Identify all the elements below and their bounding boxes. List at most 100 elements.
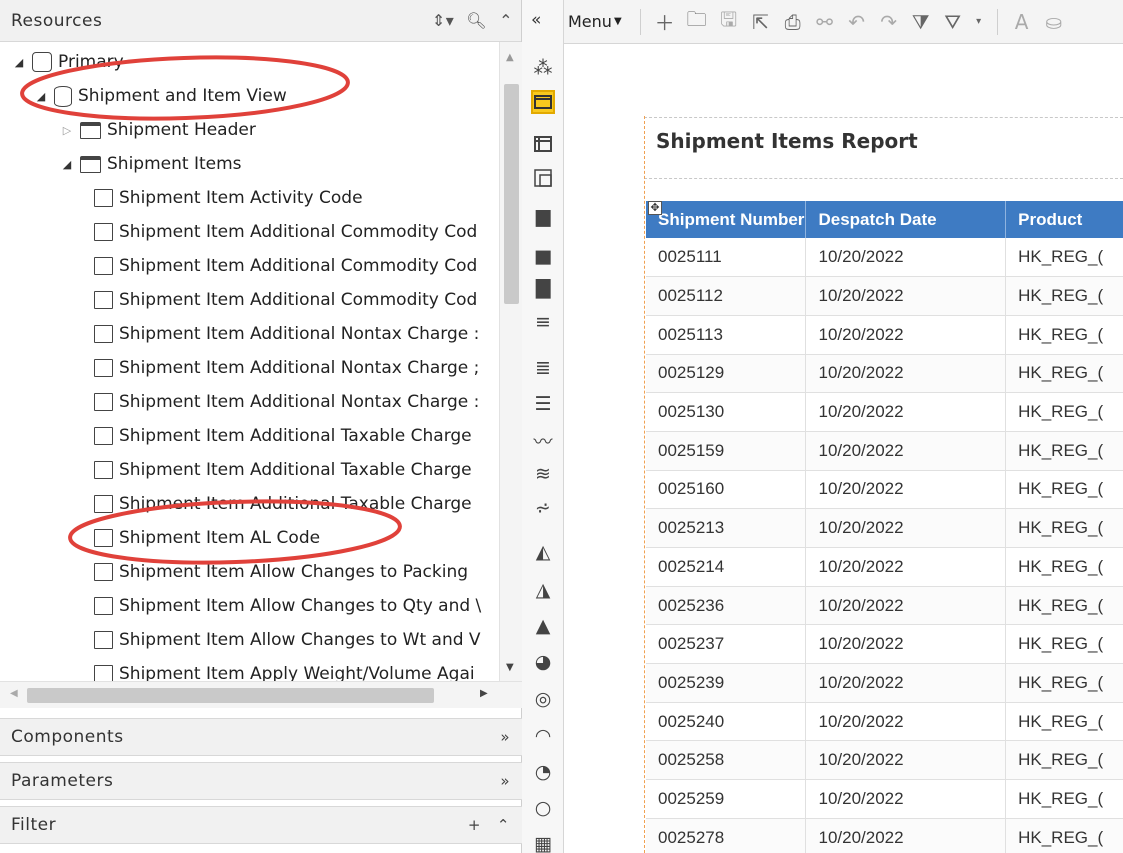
collapse-up-icon[interactable]: ⌃: [499, 11, 513, 30]
parameters-section[interactable]: Parameters »: [0, 762, 522, 800]
undo-icon[interactable]: ↶: [847, 10, 867, 34]
area-chart-icon[interactable]: ◭: [531, 540, 555, 564]
table-row[interactable]: 0025112 10/20/2022 HK_REG_(: [646, 276, 1123, 316]
table-row[interactable]: 0025213 10/20/2022 HK_REG_(: [646, 508, 1123, 548]
table-row[interactable]: 0025111 10/20/2022 HK_REG_(: [646, 238, 1123, 278]
expand-toggle-icon[interactable]: ◢: [34, 90, 48, 103]
tree-node[interactable]: Shipment Item Additional Nontax Charge ;: [88, 351, 479, 385]
menu-button[interactable]: Menu ▼: [568, 12, 622, 31]
table-row[interactable]: 0025159 10/20/2022 HK_REG_(: [646, 431, 1123, 471]
collapse-panel-icon[interactable]: «: [531, 10, 541, 30]
shipment-items-table[interactable]: Shipment Number Despatch Date Product 0025…: [646, 201, 1123, 853]
expand-toggle-icon[interactable]: ◢: [12, 56, 26, 69]
tree-node[interactable]: ◢ Primary: [12, 45, 124, 79]
tree-node[interactable]: Shipment Item Additional Nontax Charge :: [88, 317, 479, 351]
line-chart-icon[interactable]: 〰: [531, 428, 555, 453]
table-row[interactable]: 0025237 10/20/2022 HK_REG_(: [646, 624, 1123, 665]
multi-line-chart-icon[interactable]: ≋: [531, 462, 555, 486]
freehand-table-icon[interactable]: [531, 132, 555, 156]
pie-chart-icon[interactable]: ◕: [531, 650, 555, 674]
scroll-right-arrow-icon[interactable]: ▶: [480, 688, 488, 699]
bar-chart-icon[interactable]: ▆: [531, 204, 555, 228]
tree-node[interactable]: Shipment Item Allow Changes to Wt and V: [88, 623, 481, 657]
filled-area-icon[interactable]: ▲: [531, 614, 555, 638]
tree-node[interactable]: Shipment Item Additional Commodity Cod: [88, 215, 477, 249]
table-row[interactable]: 0025259 10/20/2022 HK_REG_(: [646, 779, 1123, 819]
tree-node[interactable]: ◢ Shipment Items: [60, 147, 242, 181]
stacked-bar-icon[interactable]: ▅: [531, 242, 555, 266]
table-row[interactable]: 0025278 10/20/2022 HK_REG_(: [646, 818, 1123, 853]
tree-node[interactable]: ▷ Shipment Header: [60, 113, 256, 147]
table-row[interactable]: 0025239 10/20/2022 HK_REG_(: [646, 663, 1123, 703]
print-icon[interactable]: ⎙: [783, 10, 803, 34]
map-tool-icon[interactable]: ▦: [531, 832, 555, 853]
tree-node[interactable]: Shipment Item Additional Taxable Charge: [88, 453, 472, 487]
tree-node[interactable]: ◢ Shipment and Item View: [34, 79, 287, 113]
circle-chart-icon[interactable]: ○: [531, 796, 555, 820]
horizontal-stacked-bar-icon[interactable]: ≣: [531, 356, 555, 380]
search-icon[interactable]: 🔍︎: [466, 11, 487, 30]
crosstab-icon[interactable]: [531, 166, 555, 190]
table-row[interactable]: 0025236 10/20/2022 HK_REG_(: [646, 586, 1123, 626]
tree-node[interactable]: Shipment Item Additional Commodity Cod: [88, 283, 477, 317]
components-section[interactable]: Components »: [0, 718, 522, 756]
save-icon[interactable]: 🖫: [719, 5, 739, 39]
grouped-bar-icon[interactable]: ▇: [531, 276, 555, 300]
redo-icon[interactable]: ↷: [879, 10, 899, 34]
export-icon[interactable]: ⇱: [751, 10, 771, 34]
share-icon[interactable]: ⚯: [815, 10, 835, 34]
tree-horizontal-scrollbar[interactable]: ◀ ▶: [0, 681, 522, 708]
table-row[interactable]: 0025130 10/20/2022 HK_REG_(: [646, 392, 1123, 432]
tree-node[interactable]: Shipment Item Additional Taxable Charge: [88, 487, 472, 521]
tree-vertical-scrollbar[interactable]: ▲ ▼: [499, 42, 522, 681]
move-handle-icon[interactable]: ✥: [648, 201, 662, 215]
tree-node[interactable]: Shipment Item Additional Commodity Cod: [88, 249, 477, 283]
table-row[interactable]: 0025214 10/20/2022 HK_REG_(: [646, 547, 1123, 587]
scroll-left-arrow-icon[interactable]: ◀: [10, 688, 18, 699]
expand-toggle-icon[interactable]: ◢: [60, 158, 74, 171]
wizard-icon[interactable]: ⁂: [531, 56, 555, 80]
stacked-area-icon[interactable]: ◮: [531, 578, 555, 602]
table-row[interactable]: 0025258 10/20/2022 HK_REG_(: [646, 740, 1123, 781]
report-title[interactable]: Shipment Items Report: [656, 129, 918, 153]
tree-node[interactable]: Shipment Item Activity Code: [88, 181, 363, 215]
filter-icon[interactable]: ⛛: [943, 10, 963, 34]
add-icon[interactable]: +: [468, 816, 481, 834]
filter-section[interactable]: Filter + ⌃: [0, 806, 522, 844]
hscroll-thumb[interactable]: [27, 688, 434, 703]
tree-node[interactable]: Shipment Item AL Code: [88, 521, 320, 555]
filter-dropdown-icon[interactable]: ▾: [975, 16, 983, 27]
sort-icon[interactable]: ⇕▾: [432, 11, 454, 30]
tree-node[interactable]: Shipment Item Allow Changes to Qty and \: [88, 589, 481, 623]
paint-icon[interactable]: ⛀: [1044, 10, 1064, 34]
collapse-up-icon[interactable]: ⌃: [497, 816, 510, 834]
scroll-thumb[interactable]: [504, 84, 519, 304]
arc-gauge-icon[interactable]: ◠: [531, 724, 555, 748]
open-folder-icon[interactable]: 🗀: [687, 5, 707, 39]
expand-down-icon[interactable]: »: [500, 728, 510, 746]
line-area-icon[interactable]: ⩫: [531, 496, 555, 520]
add-icon[interactable]: ＋: [655, 7, 675, 36]
column-header[interactable]: Despatch Date: [805, 201, 1007, 238]
expand-toggle-icon[interactable]: ▷: [60, 124, 74, 137]
horizontal-grouped-bar-icon[interactable]: ☰: [531, 392, 555, 416]
column-header[interactable]: Product: [1005, 201, 1123, 238]
table-row[interactable]: 0025240 10/20/2022 HK_REG_(: [646, 702, 1123, 742]
table-row[interactable]: 0025160 10/20/2022 HK_REG_(: [646, 470, 1123, 510]
filter-sum-icon[interactable]: ⧩: [911, 10, 931, 34]
table-tool-icon[interactable]: [531, 90, 555, 114]
scroll-up-arrow-icon[interactable]: ▲: [506, 52, 514, 63]
speedometer-icon[interactable]: ◔: [531, 760, 555, 784]
horizontal-bar-icon[interactable]: ≡: [531, 310, 555, 334]
tree-node[interactable]: Shipment Item Apply Weight/Volume Agai: [88, 657, 475, 681]
donut-chart-icon[interactable]: ◎: [531, 687, 555, 711]
font-icon[interactable]: A: [1012, 10, 1032, 34]
tree-node[interactable]: Shipment Item Allow Changes to Packing: [88, 555, 468, 589]
expand-down-icon[interactable]: »: [500, 772, 510, 790]
tree-node[interactable]: Shipment Item Additional Taxable Charge: [88, 419, 472, 453]
scroll-down-arrow-icon[interactable]: ▼: [506, 662, 514, 673]
table-row[interactable]: 0025113 10/20/2022 HK_REG_(: [646, 315, 1123, 355]
tree-node[interactable]: Shipment Item Additional Nontax Charge :: [88, 385, 479, 419]
table-row[interactable]: 0025129 10/20/2022 HK_REG_(: [646, 354, 1123, 394]
column-header[interactable]: Shipment Number: [646, 201, 807, 238]
